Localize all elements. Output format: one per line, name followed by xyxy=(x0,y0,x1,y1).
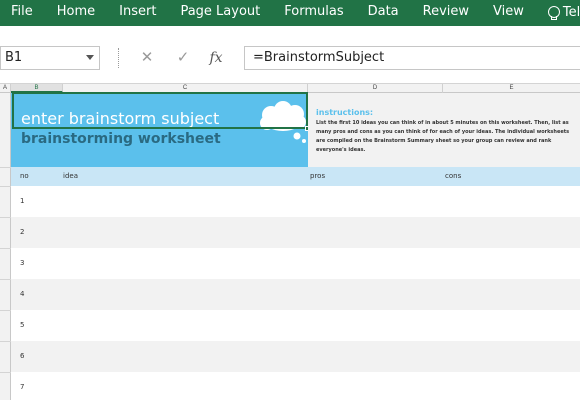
tab-data[interactable]: Data xyxy=(356,0,411,26)
tab-file[interactable]: File xyxy=(0,0,45,26)
row-number: 7 xyxy=(20,383,25,391)
table-row[interactable]: 6 xyxy=(11,341,580,372)
table-row[interactable]: 2 xyxy=(11,217,580,248)
row-divider xyxy=(0,341,11,342)
tab-home[interactable]: Home xyxy=(45,0,107,26)
column-header-d[interactable]: D xyxy=(308,84,443,93)
header-cons[interactable]: cons xyxy=(445,167,461,186)
column-header-a[interactable]: A xyxy=(0,84,11,93)
row-number: 6 xyxy=(20,352,25,360)
active-cell-selection xyxy=(12,92,310,131)
table-row[interactable]: 1 xyxy=(11,186,580,217)
name-box-value: B1 xyxy=(5,50,23,65)
instructions-body: List the first 10 ideas you can think of… xyxy=(316,120,570,153)
tab-page-layout[interactable]: Page Layout xyxy=(168,0,272,26)
tell-me-label: Tell me xyxy=(562,5,580,20)
row-headers[interactable] xyxy=(0,93,11,400)
row-divider xyxy=(0,372,11,373)
row-divider xyxy=(0,248,11,249)
row-number: 1 xyxy=(20,197,25,205)
enter-icon[interactable]: ✓ xyxy=(173,46,193,70)
row-divider xyxy=(0,167,11,168)
lightbulb-icon xyxy=(547,6,560,20)
table-row[interactable]: 5 xyxy=(11,310,580,341)
formula-bar: B1 ✕ ✓ fx =BrainstormSubject xyxy=(0,26,580,84)
formula-bar-grip[interactable] xyxy=(118,48,120,68)
row-number: 3 xyxy=(20,259,25,267)
row-divider xyxy=(0,217,11,218)
row-divider xyxy=(0,279,11,280)
instructions-panel: instructions: List the first 10 ideas yo… xyxy=(308,93,580,167)
tab-insert[interactable]: Insert xyxy=(107,0,168,26)
tab-formulas[interactable]: Formulas xyxy=(272,0,355,26)
table-header: no idea pros cons xyxy=(11,167,580,186)
worksheet-grid[interactable]: A B C D E enter brainstorm subject brain… xyxy=(0,84,580,400)
table-row[interactable]: 4 xyxy=(11,279,580,310)
formula-input[interactable]: =BrainstormSubject xyxy=(244,46,580,70)
ribbon-tab-bar: File Home Insert Page Layout Formulas Da… xyxy=(0,0,580,26)
insert-function-icon[interactable]: fx xyxy=(206,46,226,70)
instructions-heading: instructions: xyxy=(316,108,374,117)
header-idea[interactable]: idea xyxy=(63,167,78,186)
header-pros[interactable]: pros xyxy=(310,167,325,186)
worksheet-subtitle: brainstorming worksheet xyxy=(21,131,221,147)
table-row[interactable]: 3 xyxy=(11,248,580,279)
row-divider xyxy=(0,186,11,187)
row-divider xyxy=(0,310,11,311)
tell-me-search[interactable]: Tell me xyxy=(536,0,580,26)
table-row[interactable]: 7 xyxy=(11,372,580,400)
row-number: 2 xyxy=(20,228,25,236)
tab-review[interactable]: Review xyxy=(411,0,481,26)
row-number: 5 xyxy=(20,321,25,329)
row-number: 4 xyxy=(20,290,25,298)
cancel-icon[interactable]: ✕ xyxy=(137,46,157,70)
name-box[interactable]: B1 xyxy=(0,46,100,70)
header-no[interactable]: no xyxy=(20,167,29,186)
tab-view[interactable]: View xyxy=(481,0,536,26)
chevron-down-icon[interactable] xyxy=(86,55,94,60)
column-header-e[interactable]: E xyxy=(443,84,580,93)
